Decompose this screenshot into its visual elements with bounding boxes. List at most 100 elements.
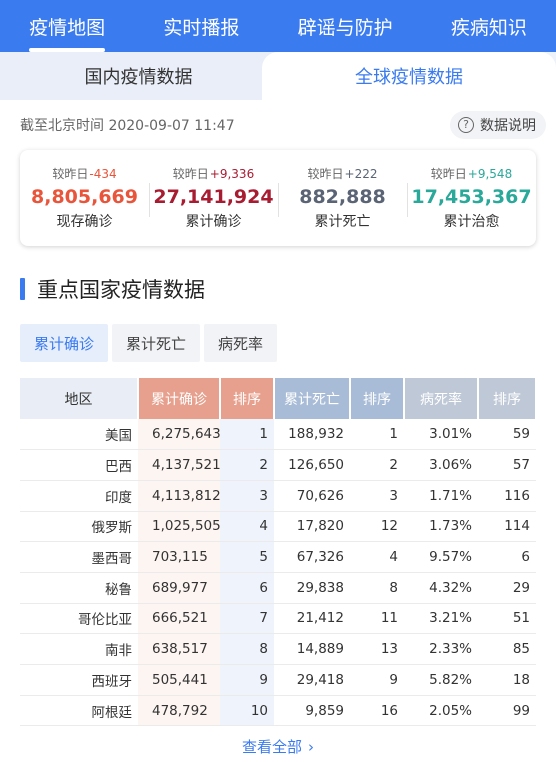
nav-tab-rumor-protection[interactable]: 辟谣与防护 (294, 0, 397, 52)
cell-fatality-rate: 2.33% (404, 633, 478, 665)
stat-delta: 较昨日+9,548 (407, 165, 536, 182)
stat-delta-value: +9,548 (467, 167, 513, 181)
cell-deaths: 14,889 (274, 633, 350, 665)
table-row[interactable]: 阿根廷 478,792 10 9,859 16 2.05% 99 (20, 695, 536, 727)
cell-confirmed-rank: 6 (220, 572, 274, 604)
cell-deaths-rank: 4 (350, 541, 404, 573)
cell-fatality-rate: 2.05% (404, 695, 478, 727)
cell-confirmed: 1,025,505 (138, 511, 221, 543)
cell-fatality-rank: 99 (478, 695, 536, 727)
cell-confirmed-rank: 8 (220, 633, 274, 665)
cell-deaths: 67,326 (274, 541, 350, 573)
cell-fatality-rate: 3.01% (404, 419, 478, 451)
cell-deaths-rank: 3 (350, 480, 404, 512)
stat-value: 8,805,669 (31, 186, 138, 208)
cell-region: 美国 (20, 419, 138, 451)
section-header: 重点国家疫情数据 (0, 274, 556, 304)
filter-tab[interactable]: 病死率 (204, 324, 278, 362)
filter-tab[interactable]: 累计死亡 (112, 324, 201, 362)
cell-deaths-rank: 16 (350, 695, 404, 727)
stat-delta-value: +9,336 (209, 167, 255, 181)
cell-confirmed: 689,977 (138, 572, 220, 604)
cell-fatality-rank: 18 (478, 664, 536, 696)
table-row[interactable]: 西班牙 505,441 9 29,418 9 5.82% 18 (20, 664, 536, 696)
table-row[interactable]: 南非 638,517 8 14,889 13 2.33% 85 (20, 633, 536, 665)
cell-fatality-rank: 114 (478, 511, 536, 543)
cell-region: 墨西哥 (20, 541, 138, 573)
data-scope-tabs: 国内疫情数据 全球疫情数据 (0, 52, 556, 100)
cell-fatality-rate: 3.21% (404, 603, 478, 635)
tab-global-data[interactable]: 全球疫情数据 (262, 52, 556, 100)
nav-tab-live-report[interactable]: 实时播报 (159, 0, 243, 52)
cell-fatality-rate: 1.73% (404, 511, 478, 543)
nav-tab-disease-knowledge[interactable]: 疾病知识 (447, 0, 531, 52)
cell-deaths-rank: 8 (350, 572, 404, 604)
tab-domestic-data[interactable]: 国内疫情数据 (0, 52, 278, 100)
stat-label: 累计治愈 (443, 214, 500, 230)
see-all-link[interactable]: 查看全部 › (0, 736, 556, 757)
cell-region: 哥伦比亚 (20, 603, 138, 635)
stat-delta-label: 较昨日 (307, 167, 344, 181)
cell-deaths-rank: 12 (350, 511, 404, 543)
table-header-row: 地区 累计确诊 排序 累计死亡 排序 病死率 排序 (20, 378, 537, 419)
summary-stat: 较昨日+9,336 27,141,924 累计确诊 (149, 165, 278, 231)
stat-label: 现存确诊 (56, 214, 113, 230)
stat-value: 882,888 (299, 186, 386, 208)
header-deaths[interactable]: 累计死亡 (274, 378, 351, 419)
cell-fatality-rate: 3.06% (404, 449, 478, 481)
cell-deaths: 29,838 (274, 572, 350, 604)
table-row[interactable]: 墨西哥 703,115 5 67,326 4 9.57% 6 (20, 541, 536, 573)
stat-label: 累计确诊 (185, 214, 242, 230)
stat-delta-value: +222 (344, 167, 378, 181)
header-deaths-rank[interactable]: 排序 (350, 378, 405, 419)
table-row[interactable]: 印度 4,113,812 3 70,626 3 1.71% 116 (20, 480, 536, 512)
table-row[interactable]: 哥伦比亚 666,521 7 21,412 11 3.21% 51 (20, 603, 536, 635)
stat-value: 17,453,367 (411, 186, 532, 208)
cell-confirmed: 4,137,521 (138, 449, 221, 481)
table-row[interactable]: 美国 6,275,643 1 188,932 1 3.01% 59 (20, 419, 536, 451)
stat-delta: 较昨日+9,336 (149, 165, 278, 182)
cell-region: 巴西 (20, 449, 138, 481)
cell-fatality-rank: 85 (478, 633, 536, 665)
cell-fatality-rank: 57 (478, 449, 536, 481)
cell-deaths: 21,412 (274, 603, 350, 635)
header-fatality-rank[interactable]: 排序 (478, 378, 537, 419)
stat-delta: 较昨日-434 (20, 165, 149, 182)
summary-card: 较昨日-434 8,805,669 现存确诊 较昨日+9,336 27,141,924 累… (20, 150, 536, 246)
table-row[interactable]: 俄罗斯 1,025,505 4 17,820 12 1.73% 114 (20, 511, 536, 543)
cell-deaths: 17,820 (274, 511, 350, 543)
stat-delta-label: 较昨日 (172, 167, 209, 181)
cell-deaths-rank: 9 (350, 664, 404, 696)
cell-fatality-rank: 6 (478, 541, 536, 573)
question-icon: ? (458, 117, 474, 133)
cell-deaths: 188,932 (274, 419, 350, 451)
summary-stat: 较昨日+9,548 17,453,367 累计治愈 (407, 165, 536, 231)
cell-region: 俄罗斯 (20, 511, 138, 543)
cell-fatality-rate: 5.82% (404, 664, 478, 696)
cell-fatality-rate: 9.57% (404, 541, 478, 573)
table-row[interactable]: 巴西 4,137,521 2 126,650 2 3.06% 57 (20, 449, 536, 481)
cell-region: 阿根廷 (20, 695, 138, 727)
header-fatality-rate[interactable]: 病死率 (404, 378, 479, 419)
cell-region: 南非 (20, 633, 138, 665)
filter-tab[interactable]: 累计确诊 (20, 324, 109, 362)
cell-fatality-rank: 51 (478, 603, 536, 635)
table-row[interactable]: 秘鲁 689,977 6 29,838 8 4.32% 29 (20, 572, 536, 604)
section-title: 重点国家疫情数据 (37, 278, 205, 302)
header-region[interactable]: 地区 (20, 378, 139, 419)
cell-confirmed-rank: 3 (220, 480, 274, 512)
cell-fatality-rate: 4.32% (404, 572, 478, 604)
cell-deaths-rank: 1 (350, 419, 404, 451)
section-accent-bar (20, 278, 25, 300)
cell-confirmed-rank: 2 (220, 449, 274, 481)
cell-fatality-rank: 59 (478, 419, 536, 451)
header-confirmed[interactable]: 累计确诊 (138, 378, 221, 419)
stat-delta-label: 较昨日 (52, 167, 89, 181)
cell-confirmed: 505,441 (138, 664, 220, 696)
cell-region: 印度 (20, 480, 138, 512)
data-explanation-label: 数据说明 (480, 118, 536, 134)
data-explanation-button[interactable]: ? 数据说明 (450, 111, 546, 139)
header-confirmed-rank[interactable]: 排序 (220, 378, 275, 419)
cell-deaths-rank: 11 (350, 603, 404, 635)
nav-tab-epidemic-map[interactable]: 疫情地图 (25, 0, 109, 52)
